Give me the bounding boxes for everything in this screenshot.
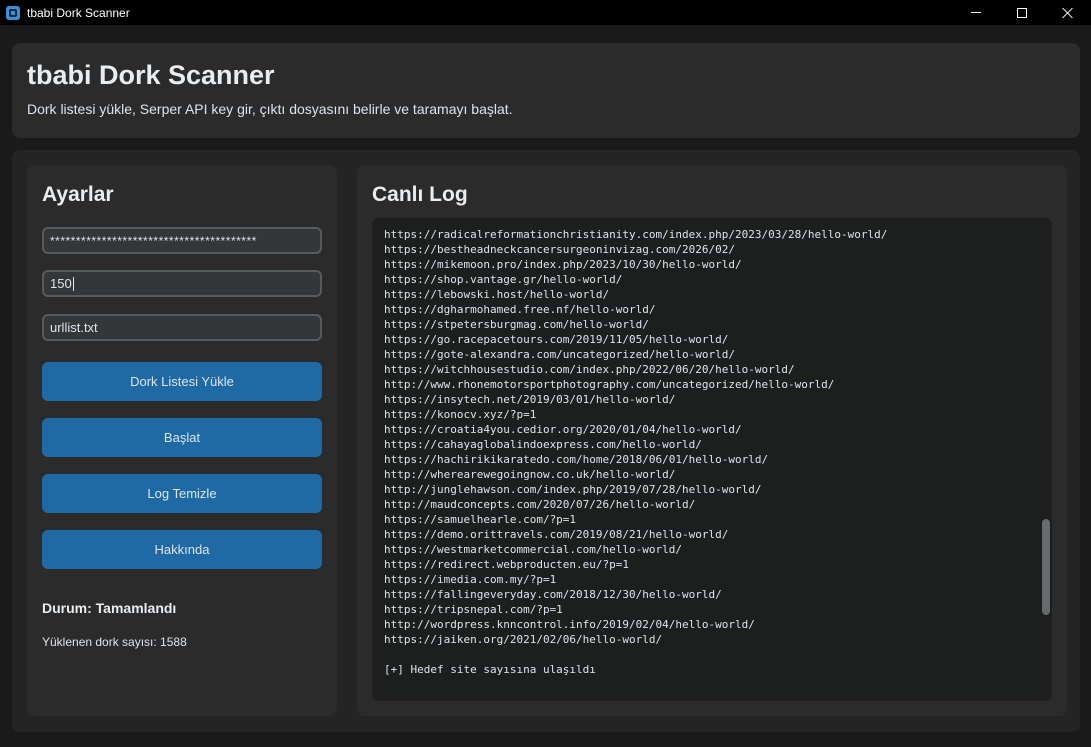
count-input[interactable]: 150 [42,270,322,297]
maximize-button[interactable] [999,0,1045,25]
log-line: https://radicalreformationchristianity.c… [384,228,888,241]
log-line: https://go.racepacetours.com/2019/11/05/… [384,333,729,346]
window-title: tbabi Dork Scanner [27,5,130,20]
app-subtitle: Dork listesi yükle, Serper API key gir, … [27,101,513,117]
log-scrollbar[interactable] [1042,224,1050,694]
log-line: https://samuelhearle.com/?p=1 [384,513,577,526]
start-button[interactable]: Başlat [42,418,322,457]
app-heading: tbabi Dork Scanner [27,60,275,90]
log-line: https://imedia.com.my/?p=1 [384,573,557,586]
app-logo-icon [6,5,20,20]
api-key-input[interactable]: **************************************** [42,227,322,254]
log-line: https://jaiken.org/2021/02/06/hello-worl… [384,633,663,646]
log-line: https://shop.vantage.gr/hello-world/ [384,273,623,286]
close-icon [1062,7,1074,19]
log-textbox[interactable]: https://radicalreformationchristianity.c… [372,218,1052,701]
log-line: https://cahayaglobalindoexpress.com/hell… [384,438,702,451]
text-caret [72,276,74,291]
log-line: https://dgharmohamed.free.nf/hello-world… [384,303,656,316]
count-value: 150 [50,276,72,291]
log-line: http://maudconcepts.com/2020/07/26/hello… [384,498,696,511]
log-line: https://mikemoon.pro/index.php/2023/10/3… [384,258,742,271]
log-line: https://tripsnepal.com/?p=1 [384,603,563,616]
log-line: http://wherearewegoingnow.co.uk/hello-wo… [384,468,676,481]
load-dork-list-button[interactable]: Dork Listesi Yükle [42,362,322,401]
settings-title: Ayarlar [42,183,114,206]
output-file-input[interactable]: urllist.txt [42,314,322,341]
log-line: https://redirect.webproducten.eu/?p=1 [384,558,630,571]
log-line: https://bestheadneckcancersurgeoninvizag… [384,243,735,256]
log-line: https://insytech.net/2019/03/01/hello-wo… [384,393,676,406]
log-line: https://stpetersburgmag.com/hello-world/ [384,318,649,331]
output-file-value: urllist.txt [50,320,98,335]
about-button[interactable]: Hakkında [42,530,322,569]
log-line: https://lebowski.host/hello-world/ [384,288,610,301]
main-frame: Ayarlar ********************************… [12,150,1080,732]
log-line: http://junglehawson.com/index.php/2019/0… [384,483,762,496]
log-line: https://westmarketcommercial.com/hello-w… [384,543,683,556]
maximize-icon [1017,7,1027,18]
loaded-count-label: Yüklenen dork sayısı: 1588 [42,635,187,649]
log-line: http://wordpress.knncontrol.info/2019/02… [384,618,755,631]
log-lines: https://radicalreformationchristianity.c… [384,227,887,677]
log-line: [+] Hedef site sayısına ulaşıldı [384,663,596,676]
log-line: https://croatia4you.cedior.org/2020/01/0… [384,423,742,436]
header-card: tbabi Dork Scanner Dork listesi yükle, S… [12,43,1080,138]
status-label: Durum: Tamamlandı [42,600,177,616]
log-scrollbar-thumb[interactable] [1042,519,1050,615]
minimize-button[interactable] [953,0,999,25]
log-line: https://demo.orittravels.com/2019/08/21/… [384,528,729,541]
api-key-value: **************************************** [50,233,257,248]
settings-panel: Ayarlar ********************************… [27,165,337,716]
log-line: http://www.rhonemotorsportphotography.co… [384,378,835,391]
log-line: https://witchhousestudio.com/index.php/2… [384,363,795,376]
minimize-icon [971,12,981,13]
clear-log-button[interactable]: Log Temizle [42,474,322,513]
log-title: Canlı Log [372,183,468,206]
log-line: https://fallingeveryday.com/2018/12/30/h… [384,588,722,601]
window-titlebar[interactable]: tbabi Dork Scanner [0,0,1091,25]
log-line: https://konocv.xyz/?p=1 [384,408,537,421]
log-panel: Canlı Log https://radicalreformationchri… [357,165,1067,716]
log-line: https://gote-alexandra.com/uncategorized… [384,348,735,361]
window-controls [953,0,1091,25]
log-line: https://hachirikikaratedo.com/home/2018/… [384,453,769,466]
close-button[interactable] [1045,0,1091,25]
